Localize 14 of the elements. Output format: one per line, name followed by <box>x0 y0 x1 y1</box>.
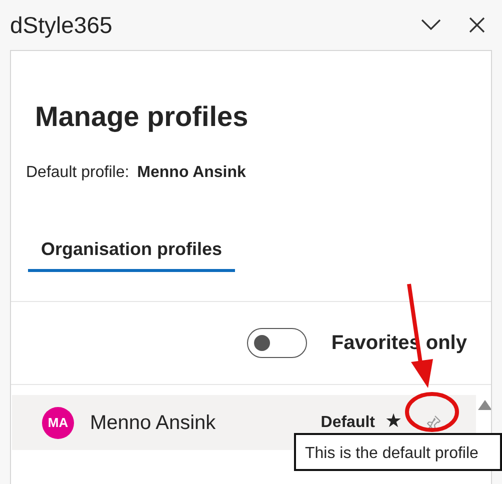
profile-name: Menno Ansink <box>90 410 216 436</box>
favorites-toggle[interactable] <box>247 328 308 358</box>
app-title: dStyle365 <box>10 10 112 40</box>
close-icon <box>469 17 485 33</box>
default-profile-name: Menno Ansink <box>137 163 246 183</box>
tooltip: This is the default profile <box>294 433 502 471</box>
avatar: MA <box>42 406 74 438</box>
page-heading: Manage profiles <box>35 100 250 134</box>
tab[interactable]: Organisation profiles <box>28 232 236 272</box>
circle-annotation <box>405 392 459 432</box>
chevron-down-icon <box>421 19 441 31</box>
default-label: Default <box>320 412 375 432</box>
scroll-up-icon[interactable] <box>478 399 491 411</box>
default-profile-label: Default profile: <box>26 163 130 183</box>
